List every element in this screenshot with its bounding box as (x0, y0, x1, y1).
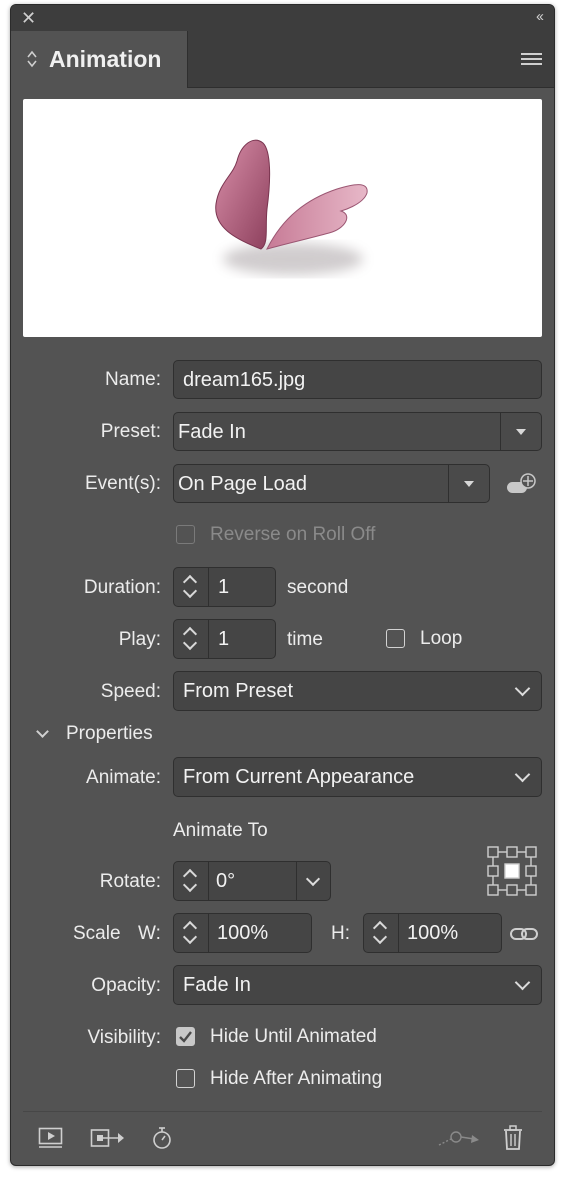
rotate-label: Rotate: (99, 871, 161, 892)
name-label: Name: (105, 369, 161, 390)
rotate-combobox[interactable]: 0° (173, 861, 331, 901)
scale-w-label: W: (138, 923, 161, 944)
preset-label: Preset: (100, 421, 161, 442)
trash-icon[interactable] (502, 1125, 524, 1151)
events-dropdown[interactable]: On Page Load (173, 464, 490, 503)
loop-label: Loop (420, 628, 463, 649)
panel-title: Animation (49, 46, 162, 72)
tab-animation[interactable]: Animation (11, 31, 188, 88)
scale-w-spin-buttons[interactable] (174, 914, 209, 952)
close-icon[interactable]: ✕ (21, 9, 36, 27)
hide-after-animating-checkbox[interactable] (176, 1069, 195, 1088)
rotate-spin-buttons[interactable] (174, 862, 209, 900)
duration-label: Duration: (83, 577, 161, 598)
timing-stopwatch-icon[interactable] (151, 1126, 173, 1150)
hide-until-animated-checkbox[interactable] (176, 1027, 195, 1046)
animate-value: From Current Appearance (183, 766, 415, 788)
hide-until-animated-label: Hide Until Animated (210, 1026, 377, 1047)
add-event-icon[interactable] (505, 471, 539, 497)
duration-stepper[interactable]: 1 (173, 567, 276, 607)
animation-panel: ✕ ‹‹ Animation Name: dream165.jpg Preset… (10, 4, 555, 1166)
opacity-value: Fade In (183, 974, 251, 996)
footer-divider (23, 1111, 542, 1112)
speed-value: From Preset (183, 680, 294, 702)
chevron-down-icon (305, 871, 321, 887)
scale-h-label: H: (331, 923, 350, 944)
events-label: Event(s): (84, 473, 161, 494)
reference-point-proxy-icon[interactable] (486, 845, 538, 897)
play-stepper[interactable]: 1 (173, 619, 276, 659)
duration-unit: second (287, 577, 349, 598)
updown-arrows-icon (27, 50, 37, 68)
dropdown-arrow-icon (464, 481, 474, 487)
reverse-checkbox[interactable] (176, 525, 195, 544)
play-unit: time (287, 629, 323, 650)
play-spin-buttons[interactable] (174, 620, 209, 658)
preset-value: Fade In (178, 421, 246, 443)
rotate-value: 0° (216, 870, 236, 892)
butterfly-image (215, 139, 368, 275)
dropdown-arrow-icon (516, 429, 526, 435)
reverse-label: Reverse on Roll Off (210, 524, 376, 545)
name-input[interactable]: dream165.jpg (173, 360, 542, 399)
loop-checkbox[interactable] (386, 629, 405, 648)
hide-after-animating-label: Hide After Animating (210, 1068, 383, 1089)
chevron-down-icon (514, 680, 531, 697)
panel-titlebar: ✕ ‹‹ (11, 5, 554, 31)
panel-menu-icon[interactable] (521, 53, 542, 67)
scale-label: Scale (73, 923, 121, 944)
panel-tabstrip: Animation (11, 31, 554, 88)
animate-label: Animate: (86, 767, 161, 788)
preset-dropdown[interactable]: Fade In (173, 412, 542, 451)
scale-h-value: 100% (407, 922, 459, 944)
properties-disclosure-icon[interactable] (36, 725, 49, 738)
preview-play-icon[interactable] (38, 1127, 64, 1149)
duration-spin-buttons[interactable] (174, 568, 209, 606)
play-value: 1 (218, 628, 230, 650)
play-label: Play: (118, 629, 161, 650)
speed-label: Speed: (100, 681, 161, 702)
convert-to-motion-path-icon[interactable] (90, 1128, 126, 1150)
chevron-down-icon (514, 974, 531, 991)
checkmark-icon (179, 1031, 192, 1043)
animate-to-label: Animate To (173, 820, 268, 841)
scale-w-stepper[interactable]: 100% (173, 913, 312, 953)
animate-dropdown[interactable]: From Current Appearance (173, 757, 542, 797)
scale-h-stepper[interactable]: 100% (363, 913, 502, 953)
events-value: On Page Load (178, 473, 307, 495)
duration-value: 1 (218, 576, 230, 598)
chevron-down-icon (514, 766, 531, 783)
scale-w-value: 100% (217, 922, 269, 944)
collapse-icon[interactable]: ‹‹ (536, 8, 544, 25)
scale-h-spin-buttons[interactable] (364, 914, 399, 952)
link-icon[interactable] (509, 923, 539, 945)
visibility-label: Visibility: (87, 1027, 161, 1048)
name-value: dream165.jpg (183, 369, 306, 391)
motion-path-icon[interactable] (437, 1129, 481, 1149)
animation-preview (23, 99, 542, 337)
opacity-dropdown[interactable]: Fade In (173, 965, 542, 1005)
properties-section-label[interactable]: Properties (66, 723, 153, 745)
opacity-label: Opacity: (91, 975, 161, 996)
speed-dropdown[interactable]: From Preset (173, 671, 542, 711)
